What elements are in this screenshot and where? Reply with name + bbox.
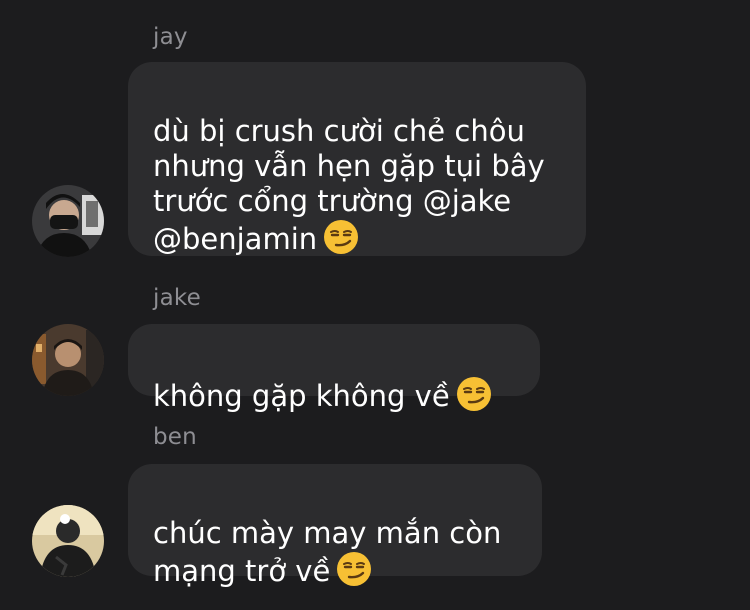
smirking-face-emoji <box>456 377 491 411</box>
avatar[interactable] <box>32 324 104 396</box>
message-text: chúc mày may mắn còn mạng trở về <box>153 516 502 588</box>
smirking-face-emoji <box>337 552 372 586</box>
sender-name: jay <box>153 24 188 50</box>
smirking-face-emoji <box>324 220 359 254</box>
avatar[interactable] <box>32 505 104 577</box>
sender-name: jake <box>153 285 201 311</box>
message-bubble[interactable]: không gặp không về <box>128 324 540 413</box>
message-text: không gặp không về <box>153 379 450 413</box>
avatar[interactable] <box>32 185 104 257</box>
message-bubble[interactable]: chúc mày may mắn còn mạng trở về <box>128 464 542 588</box>
sender-name: ben <box>153 424 197 450</box>
message-bubble[interactable]: dù bị crush cười chẻ chôu nhưng vẫn hẹn … <box>128 62 586 256</box>
